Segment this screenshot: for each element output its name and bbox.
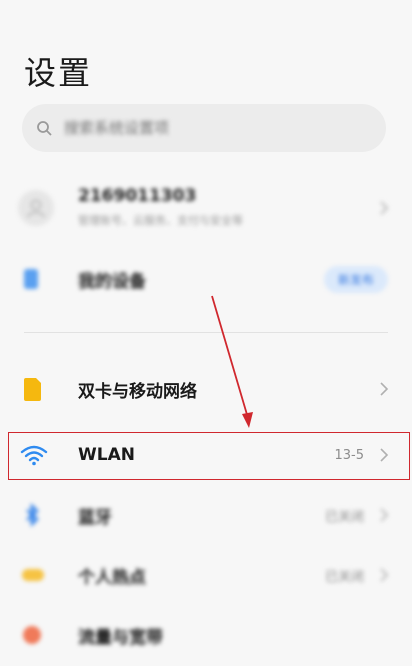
chevron-right-icon: [380, 508, 389, 522]
chevron-right-icon: [380, 568, 389, 582]
settings-item-wlan[interactable]: WLAN 13-5: [0, 424, 412, 486]
wifi-icon: [20, 445, 48, 466]
bluetooth-icon: [26, 503, 39, 527]
my-device-label: 我的设备: [78, 271, 146, 292]
search-bar[interactable]: [22, 104, 386, 152]
avatar-icon: [18, 190, 54, 226]
sim-card-icon: [24, 378, 41, 401]
my-device-row[interactable]: 我的设备 新发布: [0, 248, 412, 310]
account-name: 2169011303: [78, 186, 197, 206]
search-input[interactable]: [62, 118, 346, 138]
chevron-right-icon: [380, 448, 389, 462]
section-divider: [24, 332, 388, 333]
settings-item-value: 13-5: [334, 447, 364, 463]
settings-item-data-usage[interactable]: 流量与宽带: [0, 604, 412, 666]
settings-item-label: 个人热点: [78, 567, 146, 588]
new-release-badge: 新发布: [323, 265, 388, 293]
settings-item-value: 已关闭: [324, 569, 364, 585]
chevron-right-icon: [380, 382, 389, 396]
settings-item-label: WLAN: [78, 445, 135, 465]
phone-device-icon: [24, 269, 38, 289]
page-title: 设置: [24, 54, 93, 92]
settings-item-dual-sim[interactable]: 双卡与移动网络: [0, 358, 412, 420]
settings-item-bluetooth[interactable]: 蓝牙 已关闭: [0, 484, 412, 546]
settings-item-hotspot[interactable]: 个人热点 已关闭: [0, 544, 412, 606]
settings-item-label: 蓝牙: [78, 507, 112, 528]
search-icon: [37, 121, 52, 136]
account-subtitle: 管理账号、云服务、支付与安全等: [78, 214, 243, 227]
settings-item-label: 双卡与移动网络: [78, 381, 197, 402]
data-usage-icon: [23, 626, 41, 644]
chevron-right-icon: [380, 201, 389, 215]
account-row[interactable]: 2169011303 管理账号、云服务、支付与安全等: [0, 176, 412, 240]
settings-item-value: 已关闭: [324, 509, 364, 525]
hotspot-icon: [22, 569, 44, 581]
settings-item-label: 流量与宽带: [78, 627, 163, 648]
